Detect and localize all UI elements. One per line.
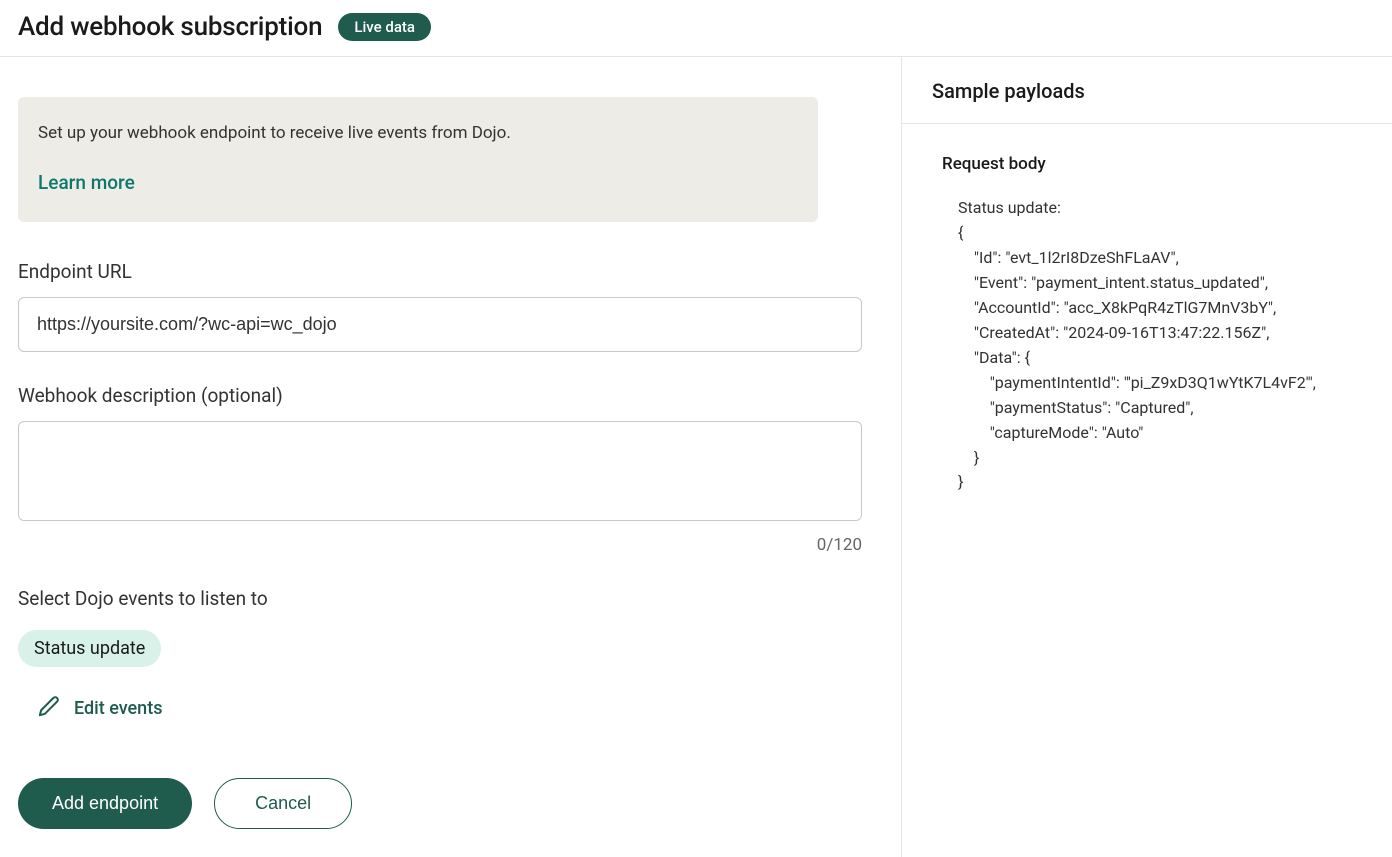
description-label: Webhook description (optional): [18, 384, 883, 407]
edit-events-link[interactable]: Edit events: [38, 695, 883, 722]
edit-events-label: Edit events: [74, 698, 162, 719]
events-label: Select Dojo events to listen to: [18, 587, 883, 610]
sample-body: Request body Status update: { "Id": "evt…: [902, 124, 1392, 525]
page-header: Add webhook subscription Live data: [0, 0, 1392, 57]
sample-header: Sample payloads: [902, 57, 1392, 124]
endpoint-url-label: Endpoint URL: [18, 260, 883, 283]
payload-sample: Status update: { "Id": "evt_1l2rI8DzeShF…: [942, 196, 1352, 495]
request-body-label: Request body: [942, 154, 1352, 174]
add-endpoint-button[interactable]: Add endpoint: [18, 778, 192, 829]
info-box: Set up your webhook endpoint to receive …: [18, 97, 818, 222]
char-count: 0/120: [18, 535, 862, 555]
description-group: Webhook description (optional) 0/120: [18, 384, 883, 555]
pencil-icon: [38, 695, 60, 722]
endpoint-url-input[interactable]: [18, 297, 862, 352]
cancel-button[interactable]: Cancel: [214, 778, 352, 829]
info-text: Set up your webhook endpoint to receive …: [38, 123, 798, 143]
main-content: Set up your webhook endpoint to receive …: [0, 57, 1392, 857]
events-group: Select Dojo events to listen to Status u…: [18, 587, 883, 722]
page-title: Add webhook subscription: [18, 12, 322, 42]
sample-panel: Sample payloads Request body Status upda…: [902, 57, 1392, 857]
description-input[interactable]: [18, 421, 862, 521]
action-buttons: Add endpoint Cancel: [18, 778, 883, 829]
form-panel: Set up your webhook endpoint to receive …: [0, 57, 902, 857]
event-pill-status-update: Status update: [18, 630, 161, 667]
sample-heading: Sample payloads: [932, 79, 1362, 103]
live-data-badge: Live data: [338, 13, 431, 41]
endpoint-url-group: Endpoint URL: [18, 260, 883, 352]
learn-more-link[interactable]: Learn more: [38, 171, 798, 194]
